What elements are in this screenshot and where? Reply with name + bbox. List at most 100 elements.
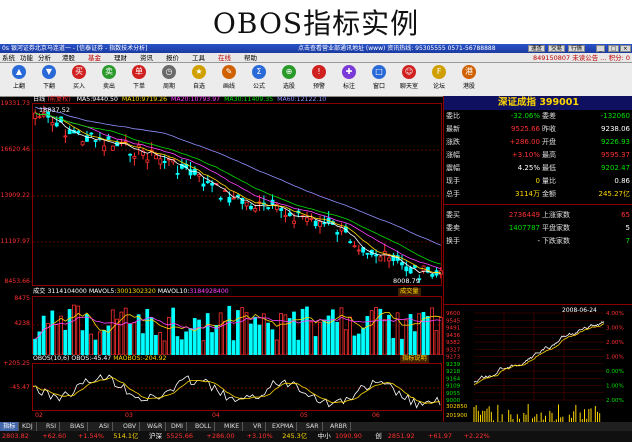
volume-bar — [387, 314, 391, 356]
toolbar-button-5[interactable]: ◷ 周期 — [156, 65, 182, 95]
toolbar-button-label: 港股 — [462, 83, 475, 90]
period-icon: ◷ — [162, 65, 176, 79]
intraday-y-label: 9109 — [446, 384, 461, 390]
volume-chart[interactable] — [32, 296, 443, 356]
status-item: 245.3亿 — [282, 432, 308, 440]
maximize-button[interactable]: □ — [608, 45, 620, 52]
tab-8[interactable]: BOLL — [192, 422, 215, 431]
menu-fund[interactable]: 基金 — [88, 53, 101, 62]
tab-10[interactable]: VR — [250, 422, 266, 431]
candle-body — [106, 136, 111, 140]
volume-bar — [227, 305, 232, 356]
candle-body — [80, 141, 85, 146]
toolbar-button-label: 预警 — [312, 83, 325, 90]
candle-body — [374, 254, 379, 257]
candle-body — [348, 241, 353, 244]
quote-value: 9226.93 — [601, 138, 630, 146]
menu-finance[interactable]: 理财 — [114, 53, 127, 62]
volume-bar — [382, 319, 387, 356]
toolbar-button-11[interactable]: ✚ 标注 — [336, 65, 362, 95]
price-axis-2: 16620.46 — [0, 146, 30, 153]
menu-system[interactable]: 系统 — [2, 53, 15, 62]
window-icon: □ — [372, 65, 386, 79]
quotes-button[interactable]: 行情 — [568, 45, 586, 52]
intraday-chart[interactable]: 2008-06-24 9600 9545 9491 9436 9382 9327 9273 92… — [444, 304, 632, 428]
toolbar-button-10[interactable]: ! 预警 — [306, 65, 332, 95]
tab-12[interactable]: SAR — [303, 422, 323, 431]
volume-bar — [305, 306, 309, 356]
volume-bar — [201, 340, 206, 356]
menu-function[interactable]: 功能 — [20, 53, 33, 62]
tab-0[interactable]: 指标 — [0, 422, 20, 431]
volume-bar — [408, 314, 413, 356]
toolbar-button-9[interactable]: ⊕ 选股 — [276, 65, 302, 95]
volume-bar — [400, 338, 404, 356]
quote-label: 最高 — [542, 151, 556, 159]
minimize-button[interactable]: _ — [596, 45, 605, 52]
tab-1[interactable]: KDJ — [19, 422, 37, 431]
volume-bar — [205, 313, 210, 356]
candle-body — [201, 183, 206, 187]
toolbar-button-13[interactable]: ☺ 聊天室 — [396, 65, 422, 95]
candle-body — [249, 205, 253, 210]
toolbar-button-14[interactable]: F 论坛 — [426, 65, 452, 95]
status-item: 1090.90 — [335, 432, 362, 440]
quote-value: 4.25% — [517, 164, 540, 172]
price-chart[interactable]: 18837.52 8008.79 — [32, 103, 443, 286]
volume-bar — [175, 336, 180, 356]
menu-tools[interactable]: 工具 — [192, 53, 205, 62]
tab-7[interactable]: DMI — [168, 422, 187, 431]
menu-quotes[interactable]: 报价 — [166, 53, 179, 62]
toolbar-button-label: 窗口 — [372, 83, 385, 90]
tab-5[interactable]: OBV — [120, 422, 141, 431]
tab-2[interactable]: RSI — [43, 422, 61, 431]
volume-bar — [261, 313, 266, 356]
obos-axis-top: +205.25 — [3, 360, 30, 367]
candle-body — [227, 196, 232, 203]
trade-button[interactable]: 交易 — [548, 45, 566, 52]
menu-hk[interactable]: 港股 — [62, 53, 75, 62]
bell-icon: ! — [312, 65, 326, 79]
ma-value-4: MA60:12122.10 — [277, 96, 327, 103]
volume-bar — [318, 321, 322, 356]
obos-chart[interactable] — [32, 363, 443, 411]
toolbar-button-2[interactable]: 买买入 — [66, 65, 92, 95]
intraday-avg-line — [473, 323, 605, 385]
toolbar-button-8[interactable]: Σ 公式 — [246, 65, 272, 95]
menu-analysis[interactable]: 分析 — [38, 53, 51, 62]
tab-13[interactable]: ARBR — [327, 422, 352, 431]
toolbar-button-1[interactable]: ▼ 下翻 — [36, 65, 62, 95]
tab-9[interactable]: MIKE — [221, 422, 244, 431]
formula-icon: Σ — [252, 65, 266, 79]
volume-bar — [231, 340, 236, 356]
tab-11[interactable]: EXPMA — [269, 422, 298, 431]
quote-row: 委卖 1407787 平盘家数 5 — [444, 222, 632, 235]
volume-bar — [110, 309, 115, 356]
candle-body — [154, 154, 158, 160]
toolbar: ▲ 上翻 ▼ 下翻买买入卖卖出单下单 ◷ 周期 ★ 自选 ✎ 画线 Σ 公式 ⊕ 选股! 预警 ✚ 标注 □ 窗口 ☺… — [0, 63, 632, 97]
toolbar-button-3[interactable]: 卖卖出 — [96, 65, 122, 95]
indicator-tabbar: 指标 KDJ RSI BIAS ASI OBV W&R DMI BOLL MIKE VR EXPMA S… — [0, 422, 632, 431]
menu-news[interactable]: 资讯 — [140, 53, 153, 62]
toolbar-button-0[interactable]: ▲ 上翻 — [6, 65, 32, 95]
tab-6[interactable]: W&R — [144, 422, 167, 431]
time-axis-03: 03 — [125, 412, 133, 419]
toolbar-button-label: 聊天室 — [399, 83, 418, 90]
indicator-help-button[interactable]: 指标说明 — [400, 355, 429, 363]
tab-4[interactable]: ASI — [96, 422, 113, 431]
toolbar-button-4[interactable]: 单下单 — [126, 65, 152, 95]
volume-indicator-button[interactable]: 成交量 — [398, 288, 421, 296]
volume-bar — [50, 310, 55, 356]
volume-bar — [330, 309, 335, 356]
toolbar-button-6[interactable]: ★ 自选 — [186, 65, 212, 95]
tab-3[interactable]: BIAS — [67, 422, 89, 431]
menu-help[interactable]: 帮助 — [244, 53, 257, 62]
toolbar-button-15[interactable]: 港港股 — [456, 65, 482, 95]
toolbar-button-12[interactable]: □ 窗口 — [366, 65, 392, 95]
volume-bar — [149, 317, 154, 356]
menu-online[interactable]: 在线 — [218, 53, 231, 62]
close-button[interactable]: × — [620, 45, 631, 52]
toolbar-button-7[interactable]: ✎ 画线 — [216, 65, 242, 95]
quick-search-button[interactable]: 速查 — [528, 45, 546, 52]
volume-bar — [33, 338, 37, 356]
